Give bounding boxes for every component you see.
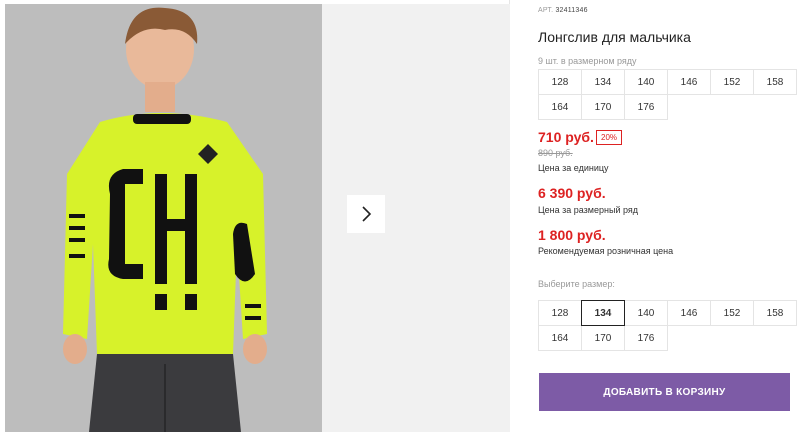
size-row-cell: 128 (538, 69, 582, 95)
product-gallery (0, 0, 510, 432)
size-row-cell: 134 (581, 69, 625, 95)
product-title: Лонгслив для мальчика (538, 29, 691, 45)
product-photo[interactable] (5, 4, 322, 432)
size-row-cell: 140 (624, 69, 668, 95)
size-picker: 128 134 140 146 152 158 164 170 176 (538, 300, 797, 351)
article-number: АРТ. 32411346 (538, 7, 588, 14)
size-row-cell: 170 (581, 94, 625, 120)
size-option[interactable]: 152 (710, 300, 754, 326)
size-row-price: 6 390 руб. (538, 185, 606, 201)
size-option[interactable]: 176 (624, 325, 668, 351)
retail-price-label: Рекомендуемая розничная цена (538, 246, 674, 256)
size-row-price-label: Цена за размерный ряд (538, 205, 639, 215)
discount-badge: 20% (596, 130, 623, 145)
size-option[interactable]: 140 (624, 300, 668, 326)
size-row-cell: 146 (667, 69, 711, 95)
article-value: 32411346 (555, 7, 588, 14)
size-option[interactable]: 128 (538, 300, 582, 326)
size-option[interactable]: 170 (581, 325, 625, 351)
size-row-cell: 176 (624, 94, 668, 120)
unit-price-label: Цена за единицу (538, 163, 609, 173)
boy-longsleeve-illustration (5, 4, 322, 432)
size-option[interactable]: 164 (538, 325, 582, 351)
sizes-in-row-note: 9 шт. в размерном ряду (538, 56, 637, 66)
unit-price: 710 руб. (538, 129, 594, 145)
size-row-grid: 128 134 140 146 152 158 164 170 176 (538, 69, 797, 120)
size-row-cell: 164 (538, 94, 582, 120)
article-label: АРТ. (538, 7, 554, 14)
add-to-cart-button[interactable]: ДОБАВИТЬ В КОРЗИНУ (539, 373, 790, 411)
size-row-cell: 158 (753, 69, 797, 95)
retail-price: 1 800 руб. (538, 227, 606, 243)
size-option[interactable]: 146 (667, 300, 711, 326)
size-option[interactable]: 158 (753, 300, 797, 326)
size-option-selected[interactable]: 134 (581, 300, 625, 326)
chevron-right-icon (362, 206, 372, 222)
gallery-next-button[interactable] (347, 195, 385, 233)
old-price: 890 руб. (538, 148, 573, 158)
size-row-cell: 152 (710, 69, 754, 95)
choose-size-label: Выберите размер: (538, 279, 615, 289)
